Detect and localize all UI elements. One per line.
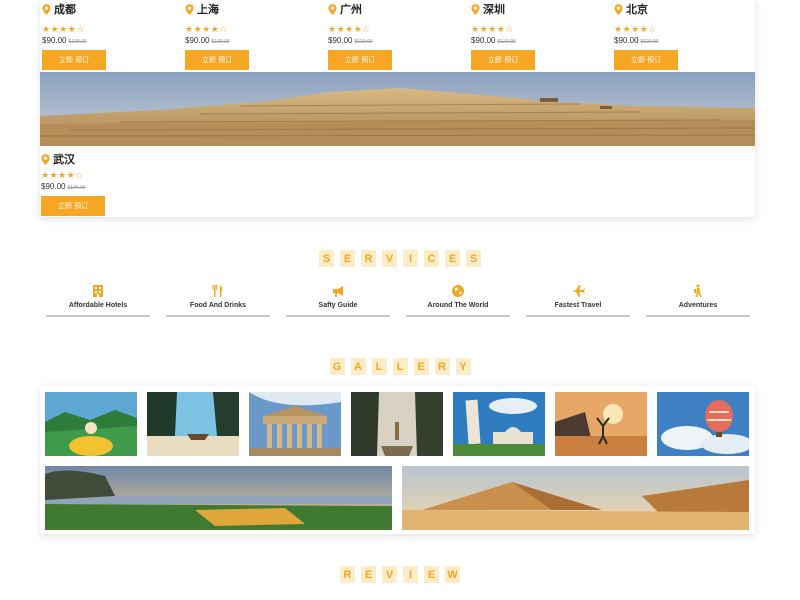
service-item-safety[interactable]: Safty Guide xyxy=(286,284,390,320)
current-price: $90.00 xyxy=(614,36,639,45)
gallery-image-temple-gate[interactable] xyxy=(351,392,443,456)
location-pin-icon xyxy=(328,3,337,15)
city-name[interactable]: 广州 xyxy=(340,1,362,17)
gallery-image-boat-beach[interactable] xyxy=(147,392,239,456)
city-name[interactable]: 深圳 xyxy=(483,1,505,17)
original-price: $120.00 xyxy=(497,39,516,45)
current-price: $90.00 xyxy=(328,36,353,45)
hotel-icon xyxy=(93,285,103,297)
current-price: $90.00 xyxy=(41,182,66,191)
original-price: $120.00 xyxy=(354,39,373,45)
star-rating: ★★★★☆ xyxy=(614,25,657,35)
service-item-travel[interactable]: Fastest Travel xyxy=(526,284,630,320)
food-drinks-icon xyxy=(212,285,223,297)
divider xyxy=(526,315,630,317)
book-now-button[interactable]: 立即 预订 xyxy=(328,50,392,70)
current-price: $90.00 xyxy=(185,36,210,45)
book-now-button[interactable]: 立即 预订 xyxy=(614,50,678,70)
city-name[interactable]: 北京 xyxy=(626,1,648,17)
star-rating: ★★★★☆ xyxy=(471,25,514,35)
services-heading: S E R V I C E S xyxy=(0,250,800,267)
book-now-button[interactable]: 立即 预订 xyxy=(185,50,249,70)
wuhan-banner-image[interactable] xyxy=(40,72,755,146)
destinations-panel: 成都 ★★★★☆ $90.00 $120.00 立即 预订 上海 ★★★★☆ $9… xyxy=(40,0,755,217)
star-rating: ★★★★☆ xyxy=(328,25,371,35)
current-price: $90.00 xyxy=(42,36,67,45)
price: $90.00 $120.00 xyxy=(614,36,659,47)
city-description xyxy=(43,16,153,22)
globe-icon xyxy=(452,285,464,297)
gallery-image-parthenon[interactable] xyxy=(249,392,341,456)
service-item-world[interactable]: Around The World xyxy=(406,284,510,320)
price: $90.00 $120.00 xyxy=(41,182,86,193)
city-name[interactable]: 上海 xyxy=(197,1,219,17)
original-price: $120.00 xyxy=(68,39,87,45)
divider xyxy=(406,315,510,317)
location-pin-icon xyxy=(185,3,194,15)
divider xyxy=(286,315,390,317)
location-pin-icon xyxy=(614,3,623,15)
destination-card: 深圳 ★★★★☆ $90.00 $120.00 立即 预订 xyxy=(470,0,610,72)
price: $90.00 $120.00 xyxy=(42,36,87,47)
gallery-image-coastal-meadow[interactable] xyxy=(45,466,392,530)
original-price: $120.00 xyxy=(67,185,86,191)
review-heading: R E V I E W xyxy=(0,566,800,583)
service-item-adventures[interactable]: Adventures xyxy=(646,284,750,320)
airplane-icon xyxy=(572,285,585,297)
city-name[interactable]: 成都 xyxy=(54,1,76,17)
service-item-hotels[interactable]: Affordable Hotels xyxy=(46,284,150,320)
price: $90.00 $120.00 xyxy=(328,36,373,47)
book-now-button[interactable]: 立即 预订 xyxy=(41,196,105,216)
city-description xyxy=(329,16,439,22)
book-now-button[interactable]: 立即 预订 xyxy=(471,50,535,70)
divider xyxy=(46,315,150,317)
original-price: $120.00 xyxy=(640,39,659,45)
gallery-heading: G A L L E R Y xyxy=(0,358,800,375)
gallery-image-desert-dunes[interactable] xyxy=(402,466,749,530)
featured-destination-card: 武汉 ★★★★☆ $90.00 $120.00 立即 预订 xyxy=(40,150,240,216)
location-pin-icon xyxy=(41,153,50,165)
star-rating: ★★★★☆ xyxy=(41,171,84,181)
destination-card: 北京 ★★★★☆ $90.00 $120.00 立即 预订 xyxy=(613,0,753,72)
gallery-image-sunset-jumper[interactable] xyxy=(555,392,647,456)
star-rating: ★★★★☆ xyxy=(42,25,85,35)
destination-card-row: 成都 ★★★★☆ $90.00 $120.00 立即 预订 上海 ★★★★☆ $9… xyxy=(40,0,755,72)
city-description xyxy=(472,16,582,22)
megaphone-icon xyxy=(333,286,343,297)
destination-card: 成都 ★★★★☆ $90.00 $120.00 立即 预订 xyxy=(41,0,181,72)
services-list: Affordable Hotels Food And Drinks Safty … xyxy=(46,284,752,320)
destination-card: 广州 ★★★★☆ $90.00 $120.00 立即 预订 xyxy=(327,0,467,72)
gallery-image-leaning-tower[interactable] xyxy=(453,392,545,456)
service-item-food[interactable]: Food And Drinks xyxy=(166,284,270,320)
destination-card: 上海 ★★★★☆ $90.00 $120.00 立即 预订 xyxy=(184,0,324,72)
gallery-image-hot-air-balloon[interactable] xyxy=(657,392,749,456)
location-pin-icon xyxy=(42,3,51,15)
divider xyxy=(646,315,750,317)
star-rating: ★★★★☆ xyxy=(185,25,228,35)
divider xyxy=(166,315,270,317)
price: $90.00 $120.00 xyxy=(471,36,516,47)
gallery-panel xyxy=(40,386,755,534)
current-price: $90.00 xyxy=(471,36,496,45)
hiker-icon xyxy=(694,284,702,297)
gallery-image-traveler-island[interactable] xyxy=(45,392,137,456)
city-description xyxy=(615,16,725,22)
book-now-button[interactable]: 立即 预订 xyxy=(42,50,106,70)
landscape-photo xyxy=(40,72,755,146)
city-description xyxy=(186,16,296,22)
original-price: $120.00 xyxy=(211,39,230,45)
location-pin-icon xyxy=(471,3,480,15)
price: $90.00 $120.00 xyxy=(185,36,230,47)
